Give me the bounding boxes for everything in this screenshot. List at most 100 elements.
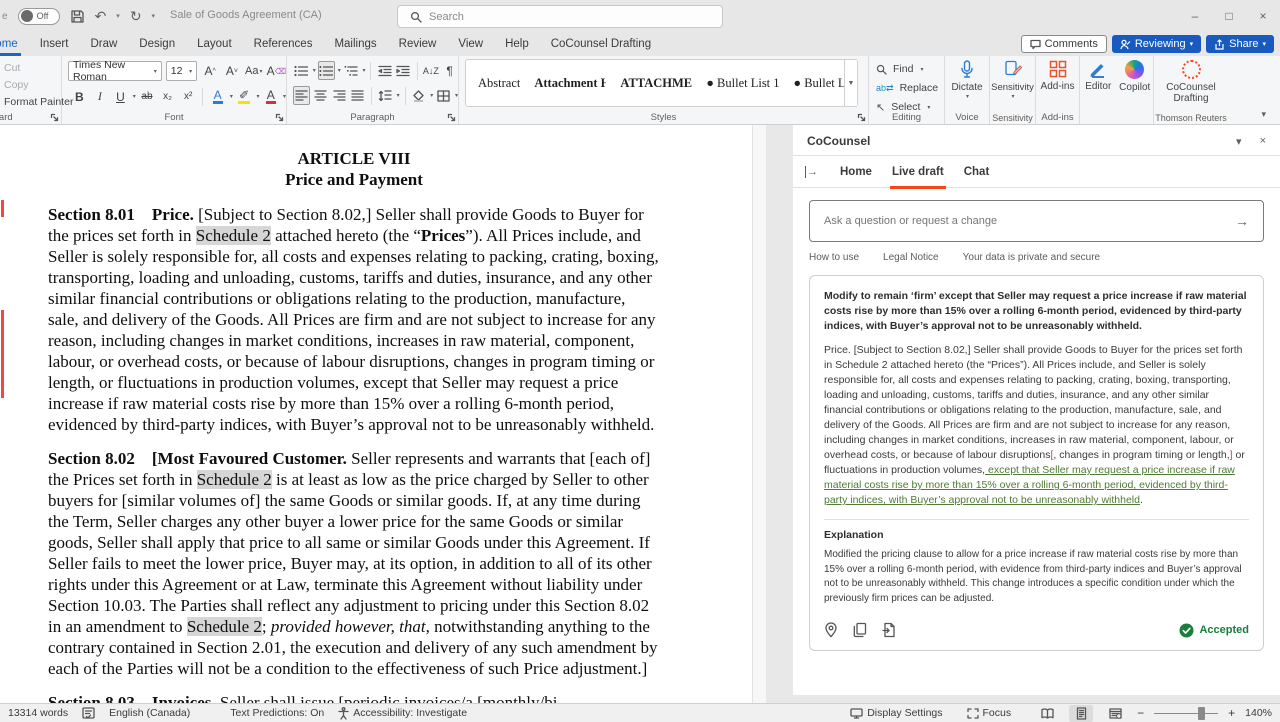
print-layout-button[interactable] (1069, 705, 1093, 722)
cut-button[interactable]: Cut (2, 61, 61, 75)
reviewing-button[interactable]: Reviewing ▾ (1112, 35, 1201, 53)
comments-button[interactable]: Comments (1021, 35, 1107, 53)
underline-button[interactable]: U (111, 87, 130, 106)
language-status[interactable]: English (Canada) (109, 707, 190, 719)
borders-chevron-icon[interactable]: ▾ (455, 92, 458, 99)
line-spacing-chevron-icon[interactable]: ▾ (397, 92, 400, 99)
dictate-button[interactable]: Dictate ▾ (945, 56, 989, 110)
zoom-out-button[interactable]: − (1137, 706, 1144, 720)
share-button[interactable]: Share ▾ (1206, 35, 1274, 53)
addins-button[interactable]: Add-ins (1036, 56, 1079, 110)
style-bullet-list-1[interactable]: ● Bullet List 1 (706, 76, 779, 91)
panel-collapse-chevron-icon[interactable]: ▾ (1236, 135, 1242, 148)
save-icon[interactable] (70, 9, 85, 24)
multilevel-list-button[interactable] (343, 61, 360, 80)
format-painter-button[interactable]: Format Painter (2, 95, 61, 109)
document-scrollbar[interactable] (752, 125, 766, 703)
ribbon-tab-review[interactable]: Review (388, 32, 448, 56)
text-effects-button[interactable]: A (208, 87, 227, 106)
submit-arrow-icon[interactable]: → (1235, 213, 1249, 229)
font-size-select[interactable]: 12▾ (166, 61, 197, 81)
highlight-button[interactable]: ✐ (235, 87, 254, 106)
undo-icon[interactable]: ↶ (95, 9, 107, 23)
find-button[interactable]: Find▾ (876, 62, 944, 76)
align-left-button[interactable] (293, 86, 310, 105)
document-page[interactable]: ARTICLE VIIIPrice and PaymentSection 8.0… (0, 125, 752, 703)
ribbon-tab-cocounsel-drafting[interactable]: CoCounsel Drafting (540, 32, 662, 56)
ribbon-tab-insert[interactable]: Insert (29, 32, 80, 56)
font-family-select[interactable]: Times New Roman▾ (68, 61, 162, 81)
paragraph-marks-button[interactable]: ¶ (441, 61, 458, 80)
restore-button[interactable]: □ (1212, 0, 1246, 32)
bold-button[interactable]: B (70, 87, 89, 106)
copilot-button[interactable]: Copilot (1117, 56, 1154, 110)
ribbon-tab-home[interactable]: Home (0, 32, 29, 56)
document-paragraph[interactable]: ARTICLE VIII (48, 148, 660, 169)
styles-gallery-more-icon[interactable]: ▼ (844, 59, 857, 107)
sort-button[interactable]: A↓Z (423, 61, 440, 80)
zoom-level[interactable]: 140% (1245, 707, 1272, 719)
styles-dialog-launcher-icon[interactable] (857, 113, 866, 122)
zoom-slider[interactable] (1154, 713, 1218, 714)
panel-close-icon[interactable]: × (1260, 135, 1266, 148)
ribbon-tab-design[interactable]: Design (128, 32, 186, 56)
numbered-chevron-icon[interactable]: ▾ (338, 67, 341, 74)
clipboard-dialog-launcher-icon[interactable] (50, 113, 59, 122)
font-color-chevron-icon[interactable]: ▾ (283, 93, 286, 100)
cocounsel-drafting-button[interactable]: CoCounselDrafting (1154, 56, 1228, 110)
paragraph-dialog-launcher-icon[interactable] (447, 113, 456, 122)
web-layout-button[interactable] (1103, 705, 1127, 722)
autosave-toggle[interactable]: Off (18, 8, 60, 25)
document-paragraph[interactable]: Section 8.01Price. [Subject to Section 8… (48, 204, 660, 435)
line-spacing-button[interactable] (377, 86, 394, 105)
style-attachment-h[interactable]: Attachment H (534, 76, 606, 91)
change-case-button[interactable]: Aa▾ (245, 62, 263, 81)
bullet-list-button[interactable] (293, 61, 310, 80)
panel-dock-icon[interactable]: → (805, 166, 818, 178)
superscript-button[interactable]: x² (179, 87, 198, 106)
strikethrough-button[interactable]: ab (138, 87, 157, 106)
copy-button[interactable]: Copy (2, 78, 61, 92)
multilevel-chevron-icon[interactable]: ▾ (362, 67, 365, 74)
qat-more-icon[interactable]: ▾ (152, 12, 156, 20)
shading-chevron-icon[interactable]: ▾ (430, 92, 433, 99)
font-dialog-launcher-icon[interactable] (275, 113, 284, 122)
ask-input[interactable]: Ask a question or request a change → (809, 200, 1264, 242)
zoom-in-button[interactable]: + (1228, 706, 1235, 720)
locate-pin-icon[interactable] (824, 622, 838, 638)
underline-chevron-icon[interactable]: ▾ (133, 93, 136, 100)
undo-chevron-icon[interactable]: ▾ (116, 12, 120, 20)
display-settings-button[interactable]: Display Settings (850, 707, 942, 719)
justify-button[interactable] (349, 86, 366, 105)
align-right-button[interactable] (331, 86, 348, 105)
ribbon-tab-mailings[interactable]: Mailings (323, 32, 387, 56)
accessibility-item[interactable]: Accessibility: Investigate (338, 707, 467, 720)
font-color-button[interactable]: A (261, 87, 280, 106)
panel-tab-chat[interactable]: Chat (954, 155, 1000, 188)
replace-button[interactable]: ab⇄ Replace (876, 81, 944, 95)
zoom-slider-thumb[interactable] (1198, 707, 1205, 720)
increase-indent-button[interactable] (395, 61, 412, 80)
export-document-icon[interactable] (882, 622, 896, 638)
text-predictions-status[interactable]: Text Predictions: On (230, 707, 324, 719)
bullet-chevron-icon[interactable]: ▾ (313, 67, 316, 74)
copy-icon[interactable] (853, 622, 867, 638)
search-input[interactable]: Search (397, 5, 723, 28)
panel-tab-live-draft[interactable]: Live draft (882, 155, 954, 188)
focus-button[interactable]: Focus (967, 707, 1012, 719)
numbered-list-button[interactable] (318, 61, 335, 80)
close-button[interactable]: × (1246, 0, 1280, 32)
panel-link-how-to-use[interactable]: How to use (809, 252, 859, 263)
ribbon-tab-view[interactable]: View (447, 32, 494, 56)
proofing-icon[interactable] (82, 707, 95, 719)
style-abstract[interactable]: Abstract (478, 76, 520, 91)
ribbon-tab-references[interactable]: References (243, 32, 324, 56)
collapse-ribbon-icon[interactable]: ▾ (1261, 109, 1266, 120)
borders-button[interactable] (435, 86, 452, 105)
document-paragraph[interactable]: Section 8.02[Most Favoured Customer. Sel… (48, 448, 660, 679)
read-mode-button[interactable] (1035, 705, 1059, 722)
panel-link-legal-notice[interactable]: Legal Notice (883, 252, 939, 263)
sensitivity-button[interactable]: Sensitivity ▾ (990, 56, 1035, 110)
ribbon-tab-help[interactable]: Help (494, 32, 540, 56)
redo-icon[interactable]: ↻ (130, 9, 142, 23)
